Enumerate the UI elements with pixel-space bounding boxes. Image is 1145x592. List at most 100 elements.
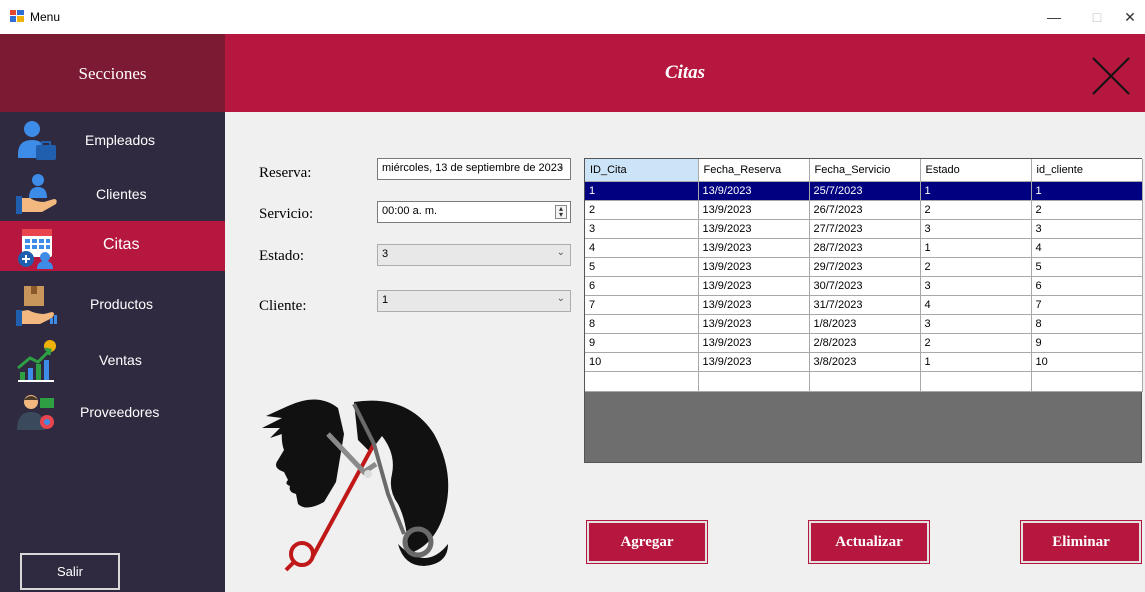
table-cell[interactable]: 28/7/2023 [809,238,921,258]
delete-button[interactable]: Eliminar [1020,520,1142,564]
table-row[interactable]: 6 13/9/2023 30/7/2023 3 6 [585,276,1143,296]
estado-select[interactable]: 3 ⌄ [377,244,571,266]
table-cell[interactable] [809,371,921,392]
table-cell[interactable]: 2 [920,257,1032,277]
sidebar-header: Secciones [0,34,225,112]
table-cell[interactable]: 8 [585,314,699,334]
table-cell[interactable]: 5 [585,257,699,277]
column-header-id-cita[interactable]: ID_Cita [585,159,699,182]
table-cell[interactable]: 13/9/2023 [698,219,810,239]
table-cell[interactable]: 1 [920,181,1032,201]
table-cell[interactable]: 4 [920,295,1032,315]
table-row[interactable]: 2 13/9/2023 26/7/2023 2 2 [585,200,1143,220]
table-cell[interactable]: 2 [920,333,1032,353]
column-header-fecha-servicio[interactable]: Fecha_Servicio [809,159,921,182]
table-cell[interactable]: 25/7/2023 [809,181,921,201]
column-header-estado[interactable]: Estado [920,159,1032,182]
table-cell[interactable]: 3 [1031,219,1143,239]
table-cell[interactable]: 1 [1031,181,1143,201]
table-cell[interactable] [698,371,810,392]
table-cell[interactable]: 2 [920,200,1032,220]
table-cell[interactable]: 2 [1031,200,1143,220]
table-cell[interactable]: 26/7/2023 [809,200,921,220]
table-cell[interactable]: 9 [1031,333,1143,353]
sidebar-item-citas[interactable]: Citas [0,221,225,271]
table-cell[interactable]: 1 [920,352,1032,372]
employees-icon [18,121,56,160]
cliente-value: 1 [382,294,389,306]
column-header-fecha-reserva[interactable]: Fecha_Reserva [698,159,810,182]
table-row[interactable]: 7 13/9/2023 31/7/2023 4 7 [585,295,1143,315]
table-cell[interactable]: 30/7/2023 [809,276,921,296]
cliente-select[interactable]: 1 ⌄ [377,290,571,312]
table-cell[interactable] [920,371,1032,392]
table-cell[interactable]: 2 [585,200,699,220]
window-title: Menu [30,10,61,24]
table-cell[interactable]: 13/9/2023 [698,333,810,353]
sidebar-item-proveedores[interactable]: Proveedores [0,388,225,438]
table-cell[interactable]: 3 [920,219,1032,239]
table-cell[interactable]: 13/9/2023 [698,314,810,334]
table-cell[interactable] [1031,371,1143,392]
table-cell[interactable]: 9 [585,333,699,353]
table-cell[interactable]: 27/7/2023 [809,219,921,239]
minimize-button[interactable]: — [1039,6,1069,28]
table-cell[interactable]: 3 [585,219,699,239]
add-button[interactable]: Agregar [586,520,708,564]
table-cell[interactable]: 10 [1031,352,1143,372]
table-cell[interactable]: 3 [920,276,1032,296]
table-cell[interactable]: 7 [1031,295,1143,315]
table-cell[interactable]: 5 [1031,257,1143,277]
table-cell[interactable]: 1/8/2023 [809,314,921,334]
table-cell[interactable]: 1 [920,238,1032,258]
estado-label: Estado: [259,248,304,264]
table-cell[interactable] [585,371,699,392]
sidebar-item-label: Empleados [85,132,156,148]
maximize-button[interactable]: □ [1082,6,1112,28]
table-cell[interactable]: 4 [1031,238,1143,258]
table-cell[interactable]: 31/7/2023 [809,295,921,315]
sidebar-item-clientes[interactable]: Clientes [0,170,225,220]
table-row[interactable]: 1 13/9/2023 25/7/2023 1 1 [585,181,1143,201]
sidebar-item-productos[interactable]: Productos [0,280,225,330]
table-row[interactable]: 5 13/9/2023 29/7/2023 2 5 [585,257,1143,277]
column-header-id-cliente[interactable]: id_cliente [1031,159,1143,182]
table-cell[interactable]: 13/9/2023 [698,181,810,201]
table-cell[interactable]: 7 [585,295,699,315]
sidebar-item-ventas[interactable]: Ventas [0,336,225,386]
servicio-time-picker[interactable]: 00:00 a. m. ▴ ▾ [377,201,571,223]
table-cell[interactable]: 4 [585,238,699,258]
table-cell[interactable]: 8 [1031,314,1143,334]
sidebar-item-label: Clientes [96,186,147,202]
table-row[interactable]: 3 13/9/2023 27/7/2023 3 3 [585,219,1143,239]
app-icon [10,10,24,22]
table-new-row[interactable] [585,371,1143,392]
table-cell[interactable]: 10 [585,352,699,372]
reserva-date-picker[interactable]: miércoles, 13 de septiembre de 2023 ⌄ [377,158,571,180]
table-cell[interactable]: 1 [585,181,699,201]
table-cell[interactable]: 13/9/2023 [698,352,810,372]
table-cell[interactable]: 13/9/2023 [698,276,810,296]
table-row[interactable]: 8 13/9/2023 1/8/2023 3 8 [585,314,1143,334]
table-row[interactable]: 9 13/9/2023 2/8/2023 2 9 [585,333,1143,353]
table-cell[interactable]: 13/9/2023 [698,295,810,315]
table-row[interactable]: 4 13/9/2023 28/7/2023 1 4 [585,238,1143,258]
exit-button[interactable]: Salir [20,553,120,590]
table-cell[interactable]: 3 [920,314,1032,334]
window-close-button[interactable]: ✕ [1117,6,1143,28]
update-button[interactable]: Actualizar [808,520,930,564]
table-cell[interactable]: 3/8/2023 [809,352,921,372]
close-icon[interactable] [1091,56,1131,96]
table-cell[interactable]: 13/9/2023 [698,257,810,277]
table-cell[interactable]: 6 [585,276,699,296]
sidebar-item-empleados[interactable]: Empleados [0,116,225,166]
spinner-icon[interactable]: ▴ ▾ [555,205,567,219]
table-row[interactable]: 10 13/9/2023 3/8/2023 1 10 [585,352,1143,372]
table-cell[interactable]: 6 [1031,276,1143,296]
table-cell[interactable]: 2/8/2023 [809,333,921,353]
suppliers-icon [17,395,54,430]
appointments-grid[interactable]: ID_Cita Fecha_Reserva Fecha_Servicio Est… [584,158,1143,463]
table-cell[interactable]: 13/9/2023 [698,200,810,220]
table-cell[interactable]: 13/9/2023 [698,238,810,258]
table-cell[interactable]: 29/7/2023 [809,257,921,277]
